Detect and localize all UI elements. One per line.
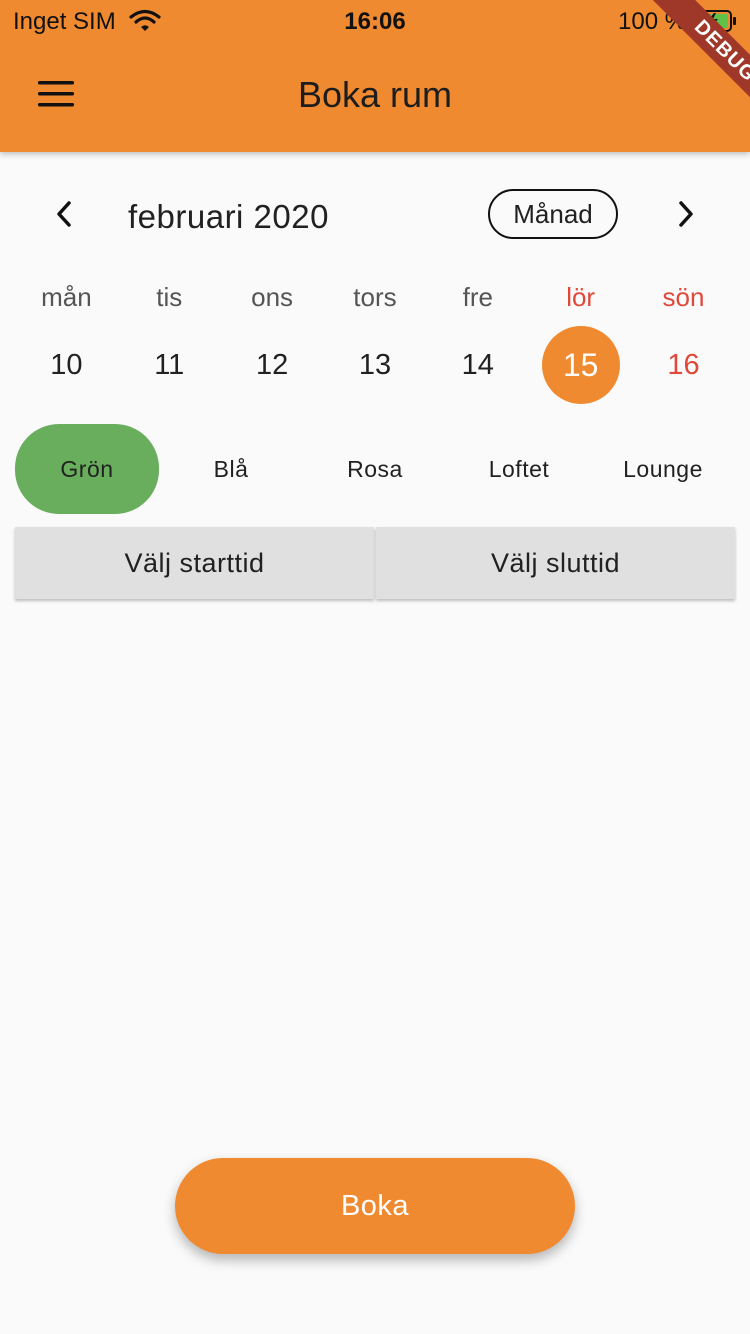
calendar-day[interactable]: 12: [221, 324, 324, 406]
day-number: 13: [358, 348, 392, 381]
day-number: 14: [461, 348, 494, 381]
room-chip-lounge[interactable]: Lounge: [591, 424, 735, 514]
day-number: 10: [50, 348, 83, 381]
page-title: Boka rum: [297, 74, 453, 115]
day-number: 11: [154, 348, 185, 381]
weekday-header-row: mån tis ons tors fre lör sön: [15, 282, 735, 316]
calendar-day[interactable]: 10: [15, 324, 118, 406]
select-end-time-button[interactable]: Välj sluttid: [376, 527, 735, 599]
book-button[interactable]: Boka: [175, 1158, 575, 1254]
chevron-left-icon: [56, 200, 72, 232]
month-label: februari 2020: [128, 198, 329, 235]
previous-week-button[interactable]: [44, 196, 84, 236]
day-number: 15: [541, 326, 620, 404]
time-selection-row: Välj starttid Välj sluttid: [15, 527, 735, 599]
next-week-button[interactable]: [666, 196, 706, 236]
calendar-day[interactable]: 11: [118, 324, 221, 406]
calendar-day[interactable]: 13: [324, 324, 427, 406]
weekday-label: mån: [41, 282, 92, 312]
day-number: 16: [667, 348, 700, 381]
weekday-label: ons: [251, 282, 294, 312]
calendar-day[interactable]: 14: [426, 324, 529, 406]
day-number: 12: [255, 348, 289, 381]
room-chip-gron[interactable]: Grön: [15, 424, 159, 514]
calendar-header: februari 2020 Månad: [0, 186, 750, 246]
calendar-day-selected[interactable]: 15: [529, 324, 632, 406]
room-chip-loftet[interactable]: Loftet: [447, 424, 591, 514]
room-chip-rosa[interactable]: Rosa: [303, 424, 447, 514]
app-bar: Inget SIM 16:06 100 % DEBUG Boka rum: [0, 0, 750, 152]
weekday-label: sön: [662, 282, 705, 312]
day-row: 10 11 12 13 14 15 16: [15, 324, 735, 406]
chevron-right-icon: [678, 200, 694, 232]
weekday-label: fre: [462, 282, 493, 312]
status-bar: Inget SIM 16:06 100 %: [0, 0, 750, 40]
weekday-label: tis: [156, 282, 183, 312]
room-chip-bla[interactable]: Blå: [159, 424, 303, 514]
weekday-label: tors: [353, 282, 397, 312]
room-selector: Grön Blå Rosa Loftet Lounge: [15, 424, 735, 516]
select-start-time-button[interactable]: Välj starttid: [15, 527, 374, 599]
calendar-day[interactable]: 16: [632, 324, 735, 406]
format-toggle-button[interactable]: Månad: [488, 189, 618, 239]
weekday-label: lör: [566, 282, 596, 312]
